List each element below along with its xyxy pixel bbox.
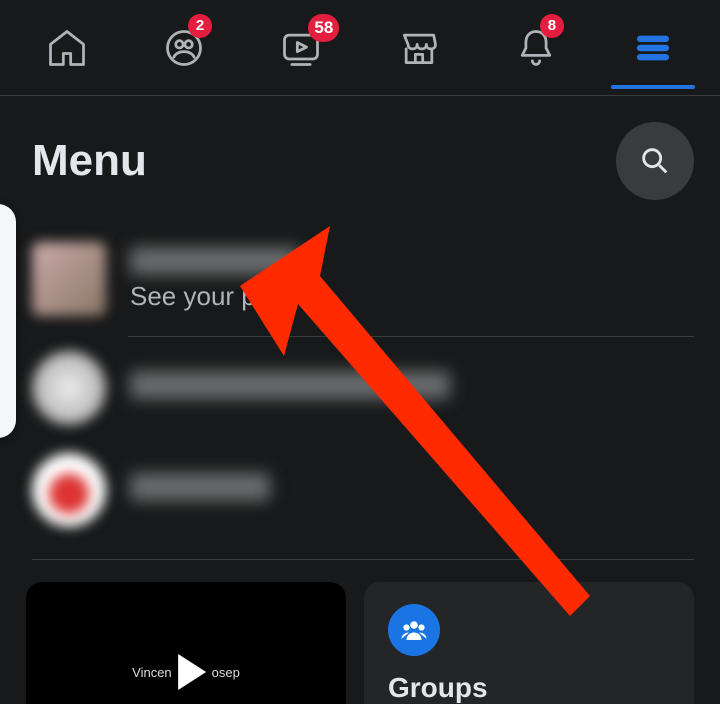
video-play-overlay: Vincen osep — [132, 654, 240, 690]
page-row-1[interactable] — [32, 337, 694, 439]
video-caption-left: Vincen — [132, 665, 172, 680]
avatar — [32, 453, 106, 527]
hamburger-icon — [631, 26, 675, 70]
friends-badge: 2 — [188, 14, 212, 38]
profile-name-redacted — [130, 247, 300, 275]
profile-subtitle: See your profile — [130, 281, 312, 312]
nav-menu[interactable] — [603, 8, 703, 88]
video-caption-right: osep — [212, 665, 240, 680]
page-header: Menu — [26, 122, 694, 200]
nav-friends[interactable]: 2 — [134, 8, 234, 88]
profile-row-main[interactable]: See your profile — [32, 232, 694, 336]
groups-icon — [388, 604, 440, 656]
search-button[interactable] — [616, 122, 694, 200]
watch-badge: 58 — [308, 14, 339, 42]
shortcut-label: Groups — [388, 672, 670, 704]
avatar — [32, 351, 106, 425]
shortcut-groups[interactable]: Groups — [364, 582, 694, 704]
play-icon — [178, 654, 206, 690]
page-title: Menu — [32, 136, 147, 186]
nav-watch[interactable]: 58 — [251, 8, 351, 88]
page-row-2[interactable] — [32, 439, 694, 541]
notifications-badge: 8 — [540, 14, 564, 38]
search-icon — [638, 144, 672, 178]
menu-page: Menu See your profile Vincen — [0, 96, 720, 704]
page-name-redacted — [130, 473, 270, 501]
nav-notifications[interactable]: 8 — [486, 8, 586, 88]
home-icon — [45, 26, 89, 70]
top-nav: 2 58 8 — [0, 0, 720, 96]
marketplace-icon — [397, 26, 441, 70]
nav-marketplace[interactable] — [369, 8, 469, 88]
profile-list: See your profile — [32, 232, 694, 560]
page-name-redacted — [130, 371, 450, 399]
avatar — [32, 242, 106, 316]
active-tab-underline — [611, 85, 695, 89]
shortcut-cards: Vincen osep 01:46:25 ZOOM Groups — [26, 560, 694, 704]
recent-video-card[interactable]: Vincen osep 01:46:25 ZOOM — [26, 582, 346, 704]
nav-home[interactable] — [17, 8, 117, 88]
